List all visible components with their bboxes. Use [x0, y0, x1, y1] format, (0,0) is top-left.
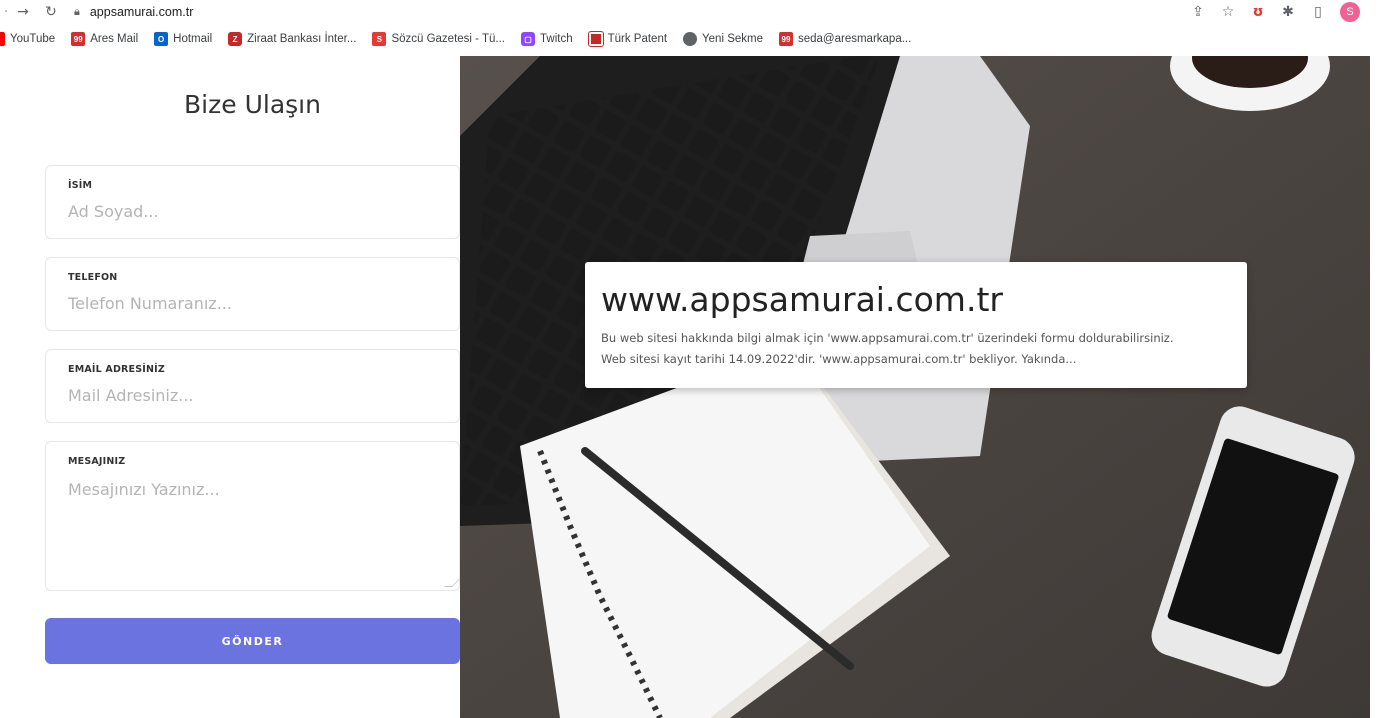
outlook-icon: O	[154, 32, 169, 46]
extension-icon[interactable]: ʊ	[1250, 4, 1266, 20]
resize-handle-icon[interactable]	[444, 579, 460, 587]
form-title: Bize Ulaşın	[184, 90, 321, 119]
email-field[interactable]: EMAİL ADRESİNİZ	[45, 349, 460, 423]
bookmark-label: Hotmail	[173, 33, 213, 45]
info-card: www.appsamurai.com.tr Bu web sitesi hakk…	[585, 262, 1247, 388]
phone-label: TELEFON	[68, 272, 118, 283]
browser-toolbar: · → ↻ 🔒︎ appsamurai.com.tr ⇪ ☆ ʊ ✱ ▯ S	[0, 0, 1386, 24]
site-description: Bu web sitesi hakkında bilgi almak için …	[601, 328, 1231, 370]
name-label: İSİM	[68, 180, 93, 191]
description-line-1: Bu web sitesi hakkında bilgi almak için …	[601, 331, 1174, 345]
bookmark-seda-mail[interactable]: 99 seda@aresmarkapa...	[779, 32, 911, 46]
forward-icon[interactable]: →	[12, 4, 34, 20]
bookmark-ziraat[interactable]: Z Ziraat Bankası İnter...	[228, 32, 356, 46]
bookmark-hotmail[interactable]: O Hotmail	[154, 32, 212, 46]
ares-mail-icon: 99	[779, 32, 793, 46]
bookmark-sozcu[interactable]: S Sözcü Gazetesi - Tü...	[372, 32, 505, 46]
bookmark-label: seda@aresmarkapa...	[798, 33, 912, 45]
reload-icon[interactable]: ↻	[40, 4, 62, 20]
ziraat-icon: Z	[228, 32, 243, 46]
bookmark-label: Ziraat Bankası İnter...	[247, 33, 357, 45]
bookmark-label: Sözcü Gazetesi - Tü...	[391, 33, 505, 45]
bookmark-label: Ares Mail	[90, 33, 139, 45]
youtube-icon	[0, 32, 5, 46]
email-label: EMAİL ADRESİNİZ	[68, 364, 165, 375]
phone-input[interactable]	[68, 294, 438, 313]
hero-image: www.appsamurai.com.tr Bu web sitesi hakk…	[460, 56, 1370, 718]
description-line-2: Web sitesi kayıt tarihi 14.09.2022'dir. …	[601, 352, 1077, 366]
bookmark-turk-patent[interactable]: Türk Patent	[587, 31, 668, 47]
bookmark-label: Türk Patent	[607, 33, 668, 45]
side-panel-icon[interactable]: ▯	[1310, 4, 1326, 20]
profile-avatar[interactable]: S	[1340, 2, 1360, 22]
turk-patent-icon	[587, 31, 604, 47]
bookmark-yeni-sekme[interactable]: Yeni Sekme	[683, 32, 763, 46]
submit-button[interactable]: GÖNDER	[45, 618, 460, 664]
name-input[interactable]	[68, 202, 438, 221]
back-icon[interactable]: ·	[0, 4, 12, 20]
email-input[interactable]	[68, 386, 438, 405]
lock-icon[interactable]: 🔒︎	[74, 5, 80, 19]
bookmark-label: Twitch	[540, 33, 573, 45]
bookmark-ares-mail[interactable]: 99 Ares Mail	[71, 32, 138, 46]
puzzle-icon[interactable]: ✱	[1280, 4, 1296, 20]
bookmark-youtube[interactable]: YouTube	[0, 32, 55, 46]
message-field[interactable]: MESAJINIZ	[45, 441, 460, 591]
site-title: www.appsamurai.com.tr	[601, 280, 1003, 319]
name-field[interactable]: İSİM	[45, 165, 460, 239]
toolbar-actions: ⇪ ☆ ʊ ✱ ▯ S	[1190, 2, 1360, 22]
address-bar[interactable]: appsamurai.com.tr	[90, 5, 194, 19]
twitch-icon: ▢	[521, 32, 535, 46]
star-icon[interactable]: ☆	[1220, 4, 1236, 20]
ares-mail-icon: 99	[71, 32, 86, 46]
contact-form: Bize Ulaşın İSİM TELEFON EMAİL ADRESİNİZ…	[0, 56, 460, 718]
share-icon[interactable]: ⇪	[1190, 4, 1206, 20]
bookmark-label: Yeni Sekme	[702, 33, 763, 45]
sozcu-icon: S	[372, 32, 387, 46]
message-label: MESAJINIZ	[68, 456, 126, 467]
phone-field[interactable]: TELEFON	[45, 257, 460, 331]
bookmark-twitch[interactable]: ▢ Twitch	[521, 32, 573, 46]
bookmarks-bar: YouTube 99 Ares Mail O Hotmail Z Ziraat Ban…	[0, 28, 1386, 50]
page-edge	[1370, 56, 1386, 718]
message-textarea[interactable]	[68, 480, 438, 570]
bookmark-label: YouTube	[10, 33, 56, 45]
globe-icon	[683, 32, 698, 46]
